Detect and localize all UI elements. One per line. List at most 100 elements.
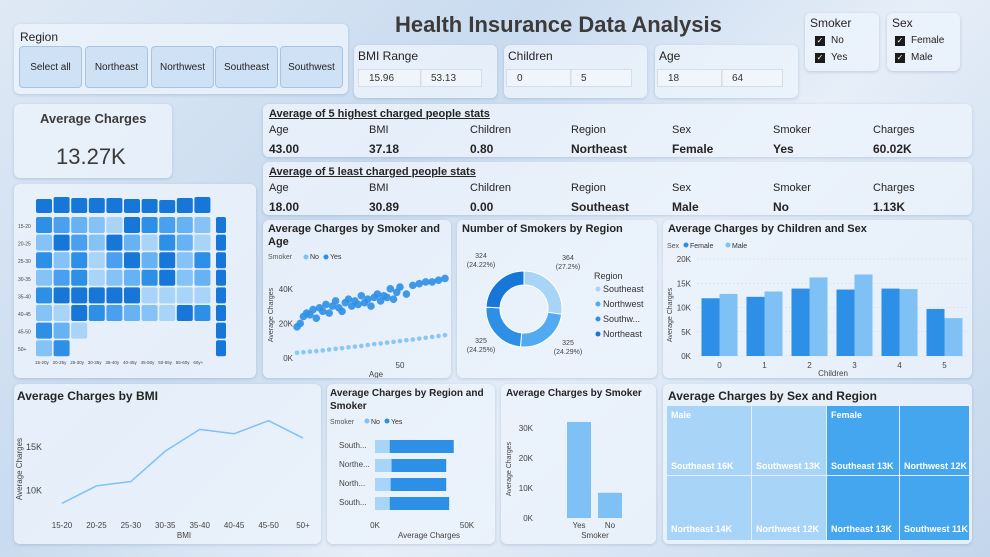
scatter-y-tick: 20K	[279, 319, 294, 328]
legend-no-marker	[303, 254, 309, 260]
age-range-slicer: Age 18 64	[655, 45, 798, 98]
heatmap-cell	[159, 234, 176, 251]
treemap-tile: Northwest 12K	[900, 406, 969, 475]
children-x-tick: 4	[897, 361, 902, 370]
treemap-tile-label: Southwest 11K	[904, 524, 969, 534]
heatmap-row-label: 40-45	[18, 312, 31, 318]
bmi-x-tick: 35-40	[189, 521, 210, 530]
heatmap-col-label: 25-30y	[70, 360, 85, 365]
scatter-y-label: Average Charges	[268, 287, 275, 342]
bmi-line	[61, 419, 304, 504]
scatter-point	[371, 341, 377, 347]
heatmap-col-label: 50-55y	[158, 360, 173, 365]
heatmap-cell	[194, 234, 211, 251]
treemap-tile-label: Northeast 13K	[831, 524, 893, 534]
least-stats-title: Average of 5 least charged people stats	[269, 166, 476, 178]
heatmap-cell	[36, 322, 52, 339]
region-northeast-button[interactable]: Northeast	[85, 46, 148, 88]
heatmap-row-label: 30-35	[18, 277, 31, 283]
age-max-input[interactable]: 64	[721, 69, 783, 87]
children-bar	[836, 289, 855, 356]
kpi-average-charges: Average Charges 13.27K	[14, 104, 172, 178]
children-bar	[746, 296, 765, 356]
heatmap-cell	[88, 217, 105, 233]
region-southeast-button[interactable]: Southeast	[215, 46, 278, 88]
scatter-point	[363, 295, 372, 304]
bar-smoker-panel: Average Charges by Smoker 0K 10K 20K 30K Ave…	[501, 384, 656, 544]
bmi-x-tick: 45-50	[258, 521, 279, 530]
heatmap-cell	[106, 252, 123, 269]
heatmap-cell	[88, 252, 105, 269]
legend-no-label: No	[371, 419, 380, 426]
heatmap-cell	[88, 305, 105, 321]
donut-chart: 364 (27.2%) 325 (24.29%) 325 (24.25%) 324 (24.2…	[467, 253, 644, 356]
smoker-no-checkbox[interactable]: ✓ No	[815, 35, 844, 46]
children-min-input[interactable]: 0	[506, 69, 572, 87]
region-southwest-button[interactable]: Southwest	[280, 46, 343, 88]
check-icon: ✓	[815, 52, 825, 63]
treemap-title: Average Charges by Sex and Region	[668, 389, 877, 403]
children-bar	[719, 293, 738, 356]
heatmap-cell	[124, 305, 140, 321]
children-x-tick: 1	[762, 361, 767, 370]
scatter-legend-title: Smoker	[268, 254, 293, 261]
treemap-tile-label: Southwest 13K	[756, 461, 821, 471]
donut-legend-marker	[595, 331, 601, 337]
heatmap-cell	[159, 252, 176, 269]
bmi-min-input[interactable]: 15.96	[358, 69, 422, 87]
stat-header: Age	[269, 182, 289, 194]
sex-female-checkbox[interactable]: ✓ Female	[895, 35, 944, 46]
stat-value: 1.13K	[873, 200, 906, 214]
heatmap-cell	[53, 340, 70, 357]
hbar-bar	[391, 459, 447, 472]
scatter-point	[359, 343, 364, 349]
heatmap-row-total-bar	[216, 269, 226, 286]
scatter-point	[373, 290, 382, 298]
donut-legend-marker	[595, 301, 601, 307]
heatmap-col-label: 60y+	[193, 360, 203, 365]
stat-value: No	[773, 200, 789, 214]
heatmap-row-label: 20-25	[18, 242, 31, 248]
heatmap-cell	[141, 269, 158, 286]
scatter-y-tick: 40K	[279, 285, 294, 294]
donut-data-label: 364	[562, 255, 574, 262]
heatmap-row-total-bar	[216, 234, 226, 251]
scatter-point	[307, 349, 313, 354]
sex-slicer: Sex ✓ Female ✓ Male	[887, 13, 960, 71]
heatmap-row-total-bar	[216, 305, 226, 321]
donut-slice	[485, 306, 523, 348]
heatmap-cell	[71, 252, 88, 269]
donut-slice	[523, 270, 563, 315]
heatmap-row-total-bar	[216, 252, 226, 269]
donut-smokers-region-panel: Number of Smokers by Region 364 (27.2%) 32…	[457, 220, 657, 378]
scatter-point	[404, 337, 409, 343]
bmi-max-input[interactable]: 53.13	[420, 69, 482, 87]
heatmap-cell	[176, 269, 193, 286]
region-northwest-button[interactable]: Northwest	[151, 46, 214, 88]
sex-male-checkbox[interactable]: ✓ Male	[895, 52, 933, 63]
hbar-category-label: North...	[339, 479, 365, 488]
children-max-input[interactable]: 5	[570, 69, 632, 87]
heatmap-cell	[71, 234, 88, 251]
smoker-y-label: Average Charges	[506, 441, 513, 496]
stat-header: Smoker	[773, 124, 811, 136]
heatmap-cell	[159, 305, 176, 321]
children-y-tick: 20K	[677, 255, 692, 264]
heatmap-cell	[124, 269, 140, 286]
stat-value: 18.00	[269, 200, 300, 214]
age-min-input[interactable]: 18	[657, 69, 723, 87]
heatmap-cell	[124, 287, 140, 304]
heatmap-cell	[106, 287, 123, 304]
heatmap-row-total-bar	[216, 287, 226, 304]
scatter-point	[415, 279, 424, 288]
heatmap-column-total-bar	[53, 197, 70, 213]
region-select-all-button[interactable]: Select all	[19, 46, 82, 88]
scatter-point	[396, 283, 404, 291]
children-bar	[881, 288, 900, 356]
children-y-tick: 5K	[681, 328, 691, 337]
children-y-label: Average Charges	[667, 287, 674, 342]
hbar-category-label: South...	[339, 441, 367, 450]
children-x-tick: 2	[807, 361, 812, 370]
smoker-yes-checkbox[interactable]: ✓ Yes	[815, 52, 847, 63]
heatmap-column-total-bar	[176, 198, 193, 213]
